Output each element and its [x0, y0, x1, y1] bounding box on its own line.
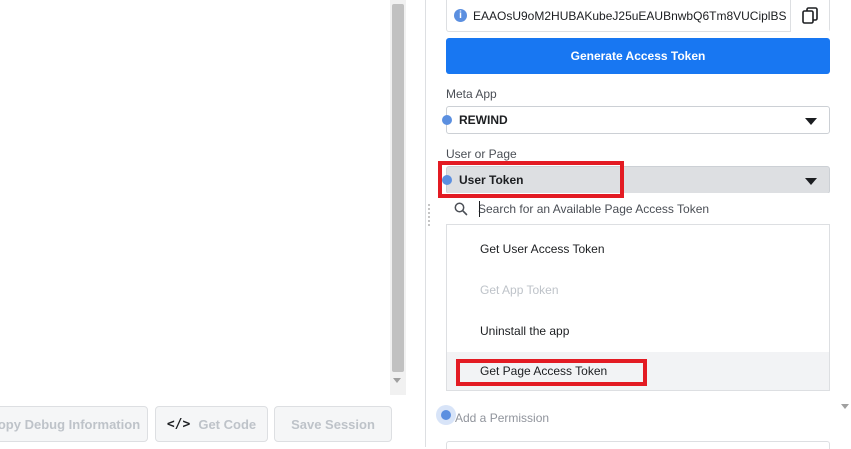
generate-access-token-button[interactable]: Generate Access Token [446, 38, 830, 74]
chevron-down-icon [805, 118, 817, 125]
highlight-get-page-access-token [456, 359, 647, 386]
option-label: Uninstall the app [480, 324, 570, 338]
copy-icon [802, 7, 818, 24]
query-results-pane [0, 0, 390, 395]
code-icon: </> [166, 416, 191, 432]
search-icon [454, 202, 468, 215]
save-session-label: Save Session [291, 416, 375, 432]
add-permission-dot-inner [441, 410, 451, 420]
meta-app-label: Meta App [446, 87, 497, 101]
scroll-down-arrow-icon[interactable] [393, 378, 401, 383]
copy-debug-label: opy Debug Information [0, 416, 141, 432]
add-permission-input[interactable]: Add a Permission [455, 411, 549, 425]
copy-debug-information-button[interactable]: opy Debug Information [0, 406, 148, 442]
token-search-input[interactable]: Search for an Available Page Access Toke… [478, 202, 709, 216]
chevron-down-icon [805, 178, 817, 185]
info-icon: i [454, 9, 467, 22]
bottom-toolbar: opy Debug Information </> Get Code Save … [0, 396, 410, 447]
option-label: Get App Token [480, 283, 559, 297]
get-code-button[interactable]: </> Get Code [155, 406, 268, 442]
option-get-user-access-token[interactable]: Get User Access Token [447, 229, 829, 269]
scroll-down-arrow-icon[interactable] [841, 404, 849, 409]
access-token-value[interactable]: EAAOsU9oM2HUBAKubeJ25uEAUBnwbQ6Tm8VUCipl… [473, 9, 788, 23]
generate-access-token-label: Generate Access Token [570, 49, 706, 63]
meta-app-select[interactable]: REWIND [446, 106, 830, 134]
results-scrollbar-thumb[interactable] [392, 4, 404, 372]
option-uninstall-app[interactable]: Uninstall the app [447, 311, 829, 351]
resize-handle-icon[interactable] [427, 203, 431, 227]
meta-app-value: REWIND [459, 113, 508, 127]
option-get-app-token: Get App Token [447, 270, 829, 310]
copy-token-button[interactable] [790, 0, 829, 32]
status-dot-icon [442, 115, 452, 125]
pane-divider [425, 0, 426, 447]
user-or-page-label: User or Page [446, 147, 517, 161]
access-token-field[interactable]: i EAAOsU9oM2HUBAKubeJ25uEAUBnwbQ6Tm8VUCi… [446, 0, 830, 32]
save-session-button[interactable]: Save Session [274, 406, 392, 442]
text-cursor [479, 201, 480, 217]
get-code-label: Get Code [198, 416, 257, 432]
option-label: Get User Access Token [480, 242, 605, 256]
permissions-list [446, 441, 830, 449]
highlight-user-token [438, 161, 624, 198]
right-scrollbar[interactable] [839, 0, 851, 447]
